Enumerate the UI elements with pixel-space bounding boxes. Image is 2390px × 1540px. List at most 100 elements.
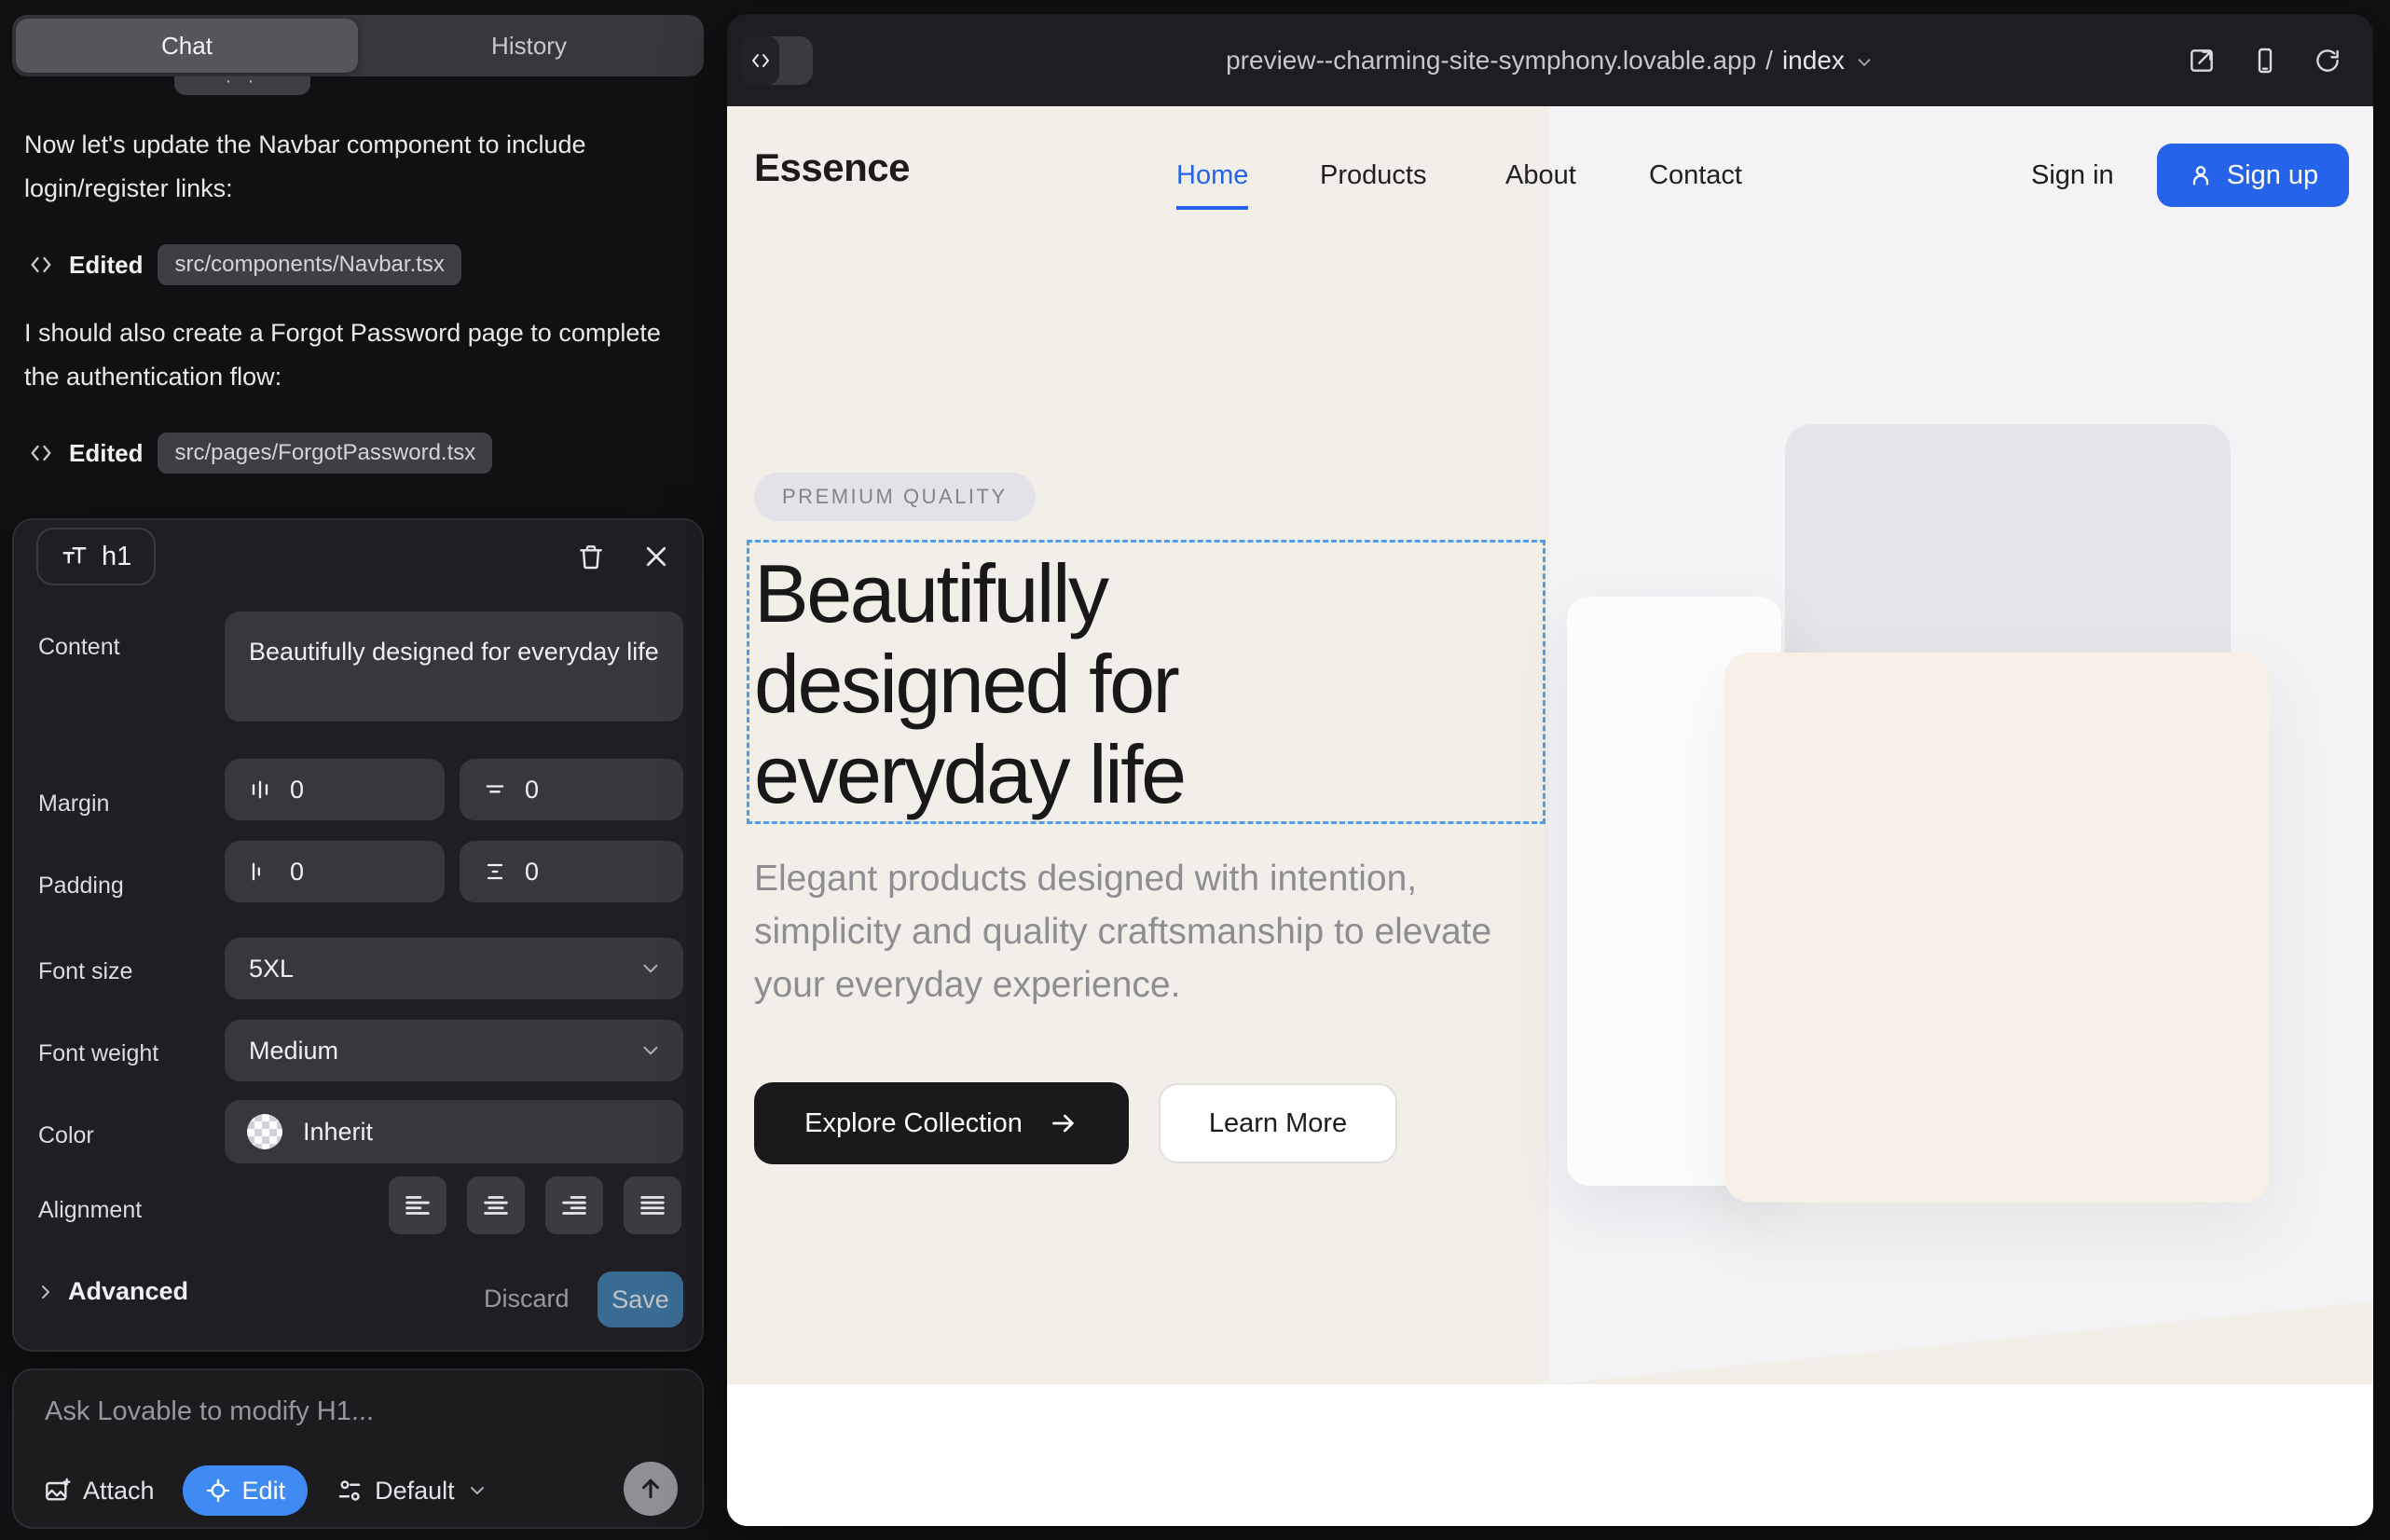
margin-vertical-input[interactable] (460, 759, 683, 820)
chat-message: Now let's update the Navbar component to… (24, 123, 686, 211)
edited-file-chip[interactable]: src/pages/ForgotPassword.tsx (158, 433, 492, 474)
preview-viewport: Essence Home Products About Contact Sign… (727, 106, 2373, 1526)
sign-up-button[interactable]: Sign up (2157, 144, 2349, 207)
section-below-hero (727, 1384, 2373, 1526)
font-weight-select[interactable]: Medium (225, 1020, 683, 1081)
padding-vertical-input[interactable] (460, 841, 683, 902)
url-page: index (1782, 46, 1845, 76)
edit-mode-button[interactable]: Edit (183, 1465, 309, 1516)
margin-horizontal-input[interactable] (225, 759, 445, 820)
app-window: Chat History · · Now let's update the Na… (0, 0, 2390, 1540)
align-justify-button[interactable] (624, 1176, 681, 1234)
edited-file-row[interactable]: Edited src/pages/ForgotPassword.tsx (28, 431, 492, 475)
sign-in-link[interactable]: Sign in (2031, 160, 2114, 191)
margin-y-value[interactable] (525, 776, 637, 804)
discard-button[interactable]: Discard (471, 1277, 583, 1321)
padding-horizontal-icon (247, 859, 273, 885)
url-host: preview--charming-site-symphony.lovable.… (1226, 46, 1756, 76)
nav-link-products[interactable]: Products (1320, 160, 1426, 191)
edited-label: Edited (69, 251, 143, 280)
trash-icon (576, 542, 606, 571)
save-button[interactable]: Save (598, 1272, 683, 1327)
learn-more-button[interactable]: Learn More (1159, 1083, 1397, 1163)
composer-input[interactable] (45, 1396, 651, 1445)
mobile-icon[interactable] (2250, 46, 2280, 76)
hero-heading-line: everyday life (754, 728, 1185, 820)
font-size-select[interactable]: 5XL (225, 938, 683, 999)
attach-image-icon (42, 1476, 72, 1506)
nav-link-home[interactable]: Home (1176, 160, 1248, 210)
premium-quality-badge: PREMIUM QUALITY (754, 473, 1036, 521)
align-center-icon (480, 1189, 512, 1221)
advanced-toggle[interactable]: Advanced (34, 1277, 188, 1306)
edited-label: Edited (69, 439, 143, 468)
truncated-chip: · · (174, 76, 310, 95)
composer-toolbar: Attach Edit Default (42, 1465, 488, 1516)
content-input[interactable]: Beautifully designed for everyday life (225, 612, 683, 722)
align-justify-icon (637, 1189, 668, 1221)
url-bar[interactable]: preview--charming-site-symphony.lovable.… (727, 14, 2373, 106)
attach-button[interactable]: Attach (42, 1476, 155, 1506)
model-selector[interactable]: Default (336, 1477, 488, 1506)
chevron-down-icon (639, 956, 663, 981)
align-left-button[interactable] (389, 1176, 446, 1234)
hero-heading-line: Beautifully (754, 547, 1107, 639)
edit-mode-label: Edit (242, 1477, 286, 1506)
model-selector-label: Default (375, 1477, 455, 1506)
external-link-icon[interactable] (2187, 46, 2217, 76)
chat-sidebar: Chat History · · Now let's update the Na… (0, 0, 727, 1540)
color-value: Inherit (303, 1118, 373, 1147)
alignment-label: Alignment (38, 1197, 142, 1224)
align-right-icon (558, 1189, 590, 1221)
chat-composer: Attach Edit Default (12, 1368, 704, 1529)
edit-target-icon (205, 1478, 231, 1504)
padding-vertical-icon (482, 859, 508, 885)
delete-element-button[interactable] (570, 535, 612, 578)
refresh-icon[interactable] (2314, 47, 2342, 75)
element-editor-panel: h1 Content Beautifully designed for ever… (12, 518, 704, 1352)
margin-label: Margin (38, 791, 109, 818)
align-left-icon (402, 1189, 433, 1221)
preview-browser-frame: preview--charming-site-symphony.lovable.… (727, 14, 2373, 1526)
margin-vertical-icon (482, 777, 508, 803)
hero-paragraph: Elegant products designed with intention… (754, 852, 1509, 1011)
edited-file-row[interactable]: Edited src/components/Navbar.tsx (28, 242, 461, 287)
font-size-label: Font size (38, 958, 132, 985)
sign-up-label: Sign up (2227, 160, 2318, 191)
hero-heading[interactable]: Beautifully designed for everyday life (754, 548, 1528, 819)
close-icon (642, 543, 670, 571)
tab-chat[interactable]: Chat (16, 19, 358, 73)
align-right-button[interactable] (545, 1176, 603, 1234)
chevron-down-icon (466, 1479, 488, 1502)
color-select[interactable]: Inherit (225, 1100, 683, 1163)
explore-collection-button[interactable]: Explore Collection (754, 1082, 1129, 1164)
font-size-value: 5XL (249, 955, 294, 983)
padding-label: Padding (38, 873, 124, 900)
chevron-down-icon (639, 1038, 663, 1063)
close-panel-button[interactable] (635, 535, 678, 578)
padding-horizontal-input[interactable] (225, 841, 445, 902)
hero-heading-line: designed for (754, 638, 1177, 730)
margin-x-value[interactable] (290, 776, 402, 804)
element-tag-pill[interactable]: h1 (36, 528, 156, 585)
align-center-button[interactable] (467, 1176, 525, 1234)
nav-link-about[interactable]: About (1505, 160, 1576, 191)
font-weight-label: Font weight (38, 1040, 158, 1067)
chat-message: I should also create a Forgot Password p… (24, 311, 686, 399)
color-label: Color (38, 1122, 94, 1149)
sidebar-tabbar: Chat History (12, 15, 704, 76)
padding-x-value[interactable] (290, 858, 402, 887)
code-icon (28, 252, 54, 278)
chevron-right-icon (34, 1281, 57, 1303)
arrow-right-icon (1049, 1108, 1078, 1138)
site-logo[interactable]: Essence (754, 145, 910, 190)
send-button[interactable] (624, 1462, 678, 1516)
tab-history[interactable]: History (358, 19, 700, 73)
send-arrow-icon (637, 1475, 665, 1503)
nav-link-contact[interactable]: Contact (1649, 160, 1742, 191)
padding-y-value[interactable] (525, 858, 637, 887)
browser-actions (2187, 14, 2342, 106)
edited-file-chip[interactable]: src/components/Navbar.tsx (158, 244, 460, 285)
element-tag-name: h1 (102, 542, 131, 572)
font-weight-value: Medium (249, 1037, 338, 1066)
